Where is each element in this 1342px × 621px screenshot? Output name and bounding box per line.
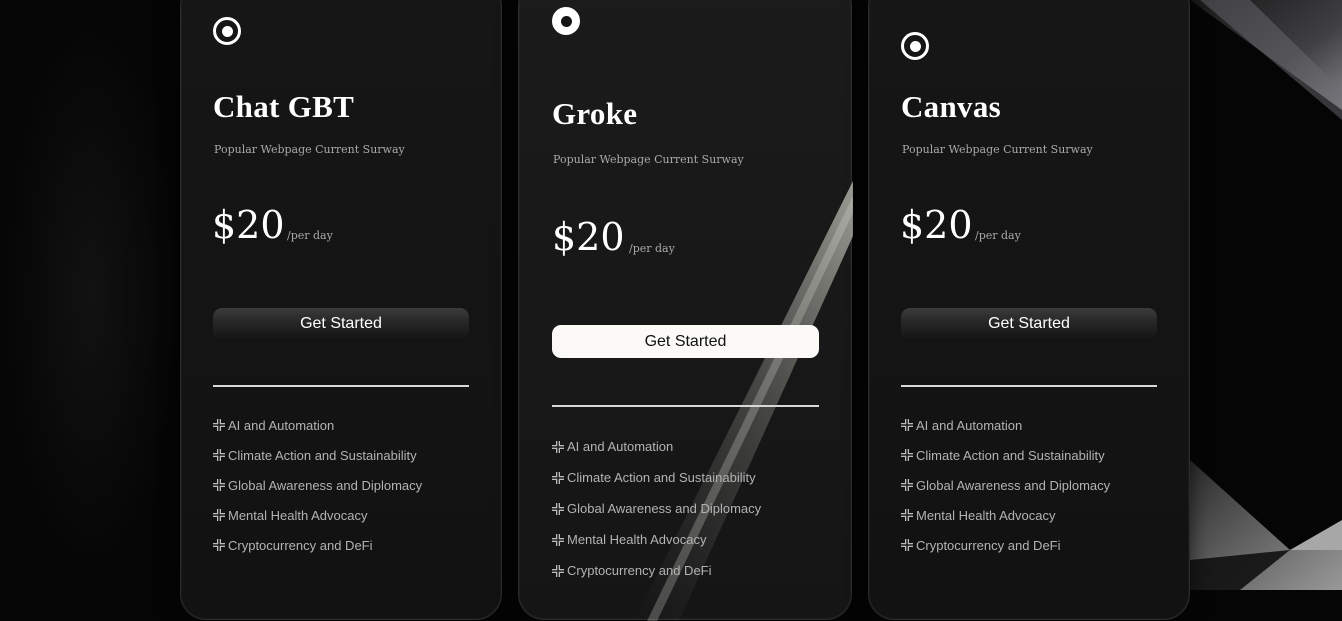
list-item: Global Awareness and Diplomacy	[552, 493, 832, 524]
grid-cross-icon	[552, 440, 564, 453]
grid-cross-icon	[552, 533, 564, 546]
target-icon	[552, 7, 580, 35]
divider	[552, 405, 819, 407]
feature-label: Cryptocurrency and DeFi	[567, 563, 712, 578]
list-item: Mental Health Advocacy	[552, 524, 832, 555]
feature-label: Climate Action and Sustainability	[916, 447, 1105, 463]
feature-label: Cryptocurrency and DeFi	[228, 537, 373, 553]
plan-price: $20	[900, 203, 973, 247]
list-item: Mental Health Advocacy	[901, 500, 1171, 530]
feature-label: Mental Health Advocacy	[228, 507, 368, 523]
feature-label: AI and Automation	[228, 417, 335, 433]
plan-subtitle: Popular Webpage Current Surway	[902, 143, 1093, 156]
feature-label: AI and Automation	[916, 417, 1023, 433]
target-icon	[213, 17, 241, 45]
feature-label: Climate Action and Sustainability	[567, 470, 756, 485]
plan-period: /per day	[287, 229, 333, 242]
grid-cross-icon	[901, 479, 913, 491]
feature-label: Climate Action and Sustainability	[228, 447, 417, 463]
grid-cross-icon	[901, 539, 913, 551]
divider	[213, 385, 469, 387]
grid-cross-icon	[213, 539, 225, 551]
list-item: Global Awareness and Diplomacy	[213, 470, 483, 500]
list-item: AI and Automation	[213, 410, 483, 440]
plan-price: $20	[212, 203, 285, 247]
grid-cross-icon	[901, 509, 913, 521]
grid-cross-icon	[901, 449, 913, 461]
feature-label: Global Awareness and Diplomacy	[228, 477, 423, 493]
grid-cross-icon	[213, 509, 225, 521]
feature-label: Global Awareness and Diplomacy	[567, 501, 762, 516]
divider	[901, 385, 1157, 387]
plan-title: Canvas	[901, 89, 1001, 124]
list-item: AI and Automation	[901, 410, 1171, 440]
plan-subtitle: Popular Webpage Current Surway	[214, 143, 405, 156]
grid-cross-icon	[213, 419, 225, 431]
pricing-card-chat-gbt: Chat GBT Popular Webpage Current Surway …	[180, 0, 502, 620]
plan-title: Chat GBT	[213, 89, 355, 124]
pricing-card-groke: Groke Popular Webpage Current Surway $20…	[518, 0, 853, 621]
list-item: Mental Health Advocacy	[213, 500, 483, 530]
list-item: Climate Action and Sustainability	[552, 462, 832, 493]
list-item: Cryptocurrency and DeFi	[901, 530, 1171, 560]
grid-cross-icon	[213, 479, 225, 491]
grid-cross-icon	[552, 564, 564, 577]
get-started-button[interactable]: Get Started	[213, 308, 469, 340]
feature-label: Mental Health Advocacy	[567, 532, 707, 547]
list-item: Climate Action and Sustainability	[901, 440, 1171, 470]
plan-period: /per day	[629, 242, 675, 255]
pricing-card-canvas: Canvas Popular Webpage Current Surway $2…	[868, 0, 1190, 620]
grid-cross-icon	[213, 449, 225, 461]
plan-title: Groke	[552, 96, 638, 131]
get-started-button[interactable]: Get Started	[901, 308, 1157, 340]
feature-label: Mental Health Advocacy	[916, 507, 1056, 523]
grid-cross-icon	[552, 471, 564, 484]
target-icon	[901, 32, 929, 60]
list-item: Climate Action and Sustainability	[213, 440, 483, 470]
plan-period: /per day	[975, 229, 1021, 242]
list-item: Cryptocurrency and DeFi	[213, 530, 483, 560]
grid-cross-icon	[901, 419, 913, 431]
plan-price: $20	[552, 215, 625, 259]
list-item: AI and Automation	[552, 431, 832, 462]
feature-list: AI and Automation Climate Action and Sus…	[552, 431, 832, 586]
feature-list: AI and Automation Climate Action and Sus…	[213, 410, 483, 560]
feature-label: Cryptocurrency and DeFi	[916, 537, 1061, 553]
feature-label: AI and Automation	[567, 439, 674, 454]
feature-list: AI and Automation Climate Action and Sus…	[901, 410, 1171, 560]
grid-cross-icon	[552, 502, 564, 515]
list-item: Cryptocurrency and DeFi	[552, 555, 832, 586]
get-started-button[interactable]: Get Started	[552, 325, 819, 358]
list-item: Global Awareness and Diplomacy	[901, 470, 1171, 500]
plan-subtitle: Popular Webpage Current Surway	[553, 153, 744, 166]
feature-label: Global Awareness and Diplomacy	[916, 477, 1111, 493]
